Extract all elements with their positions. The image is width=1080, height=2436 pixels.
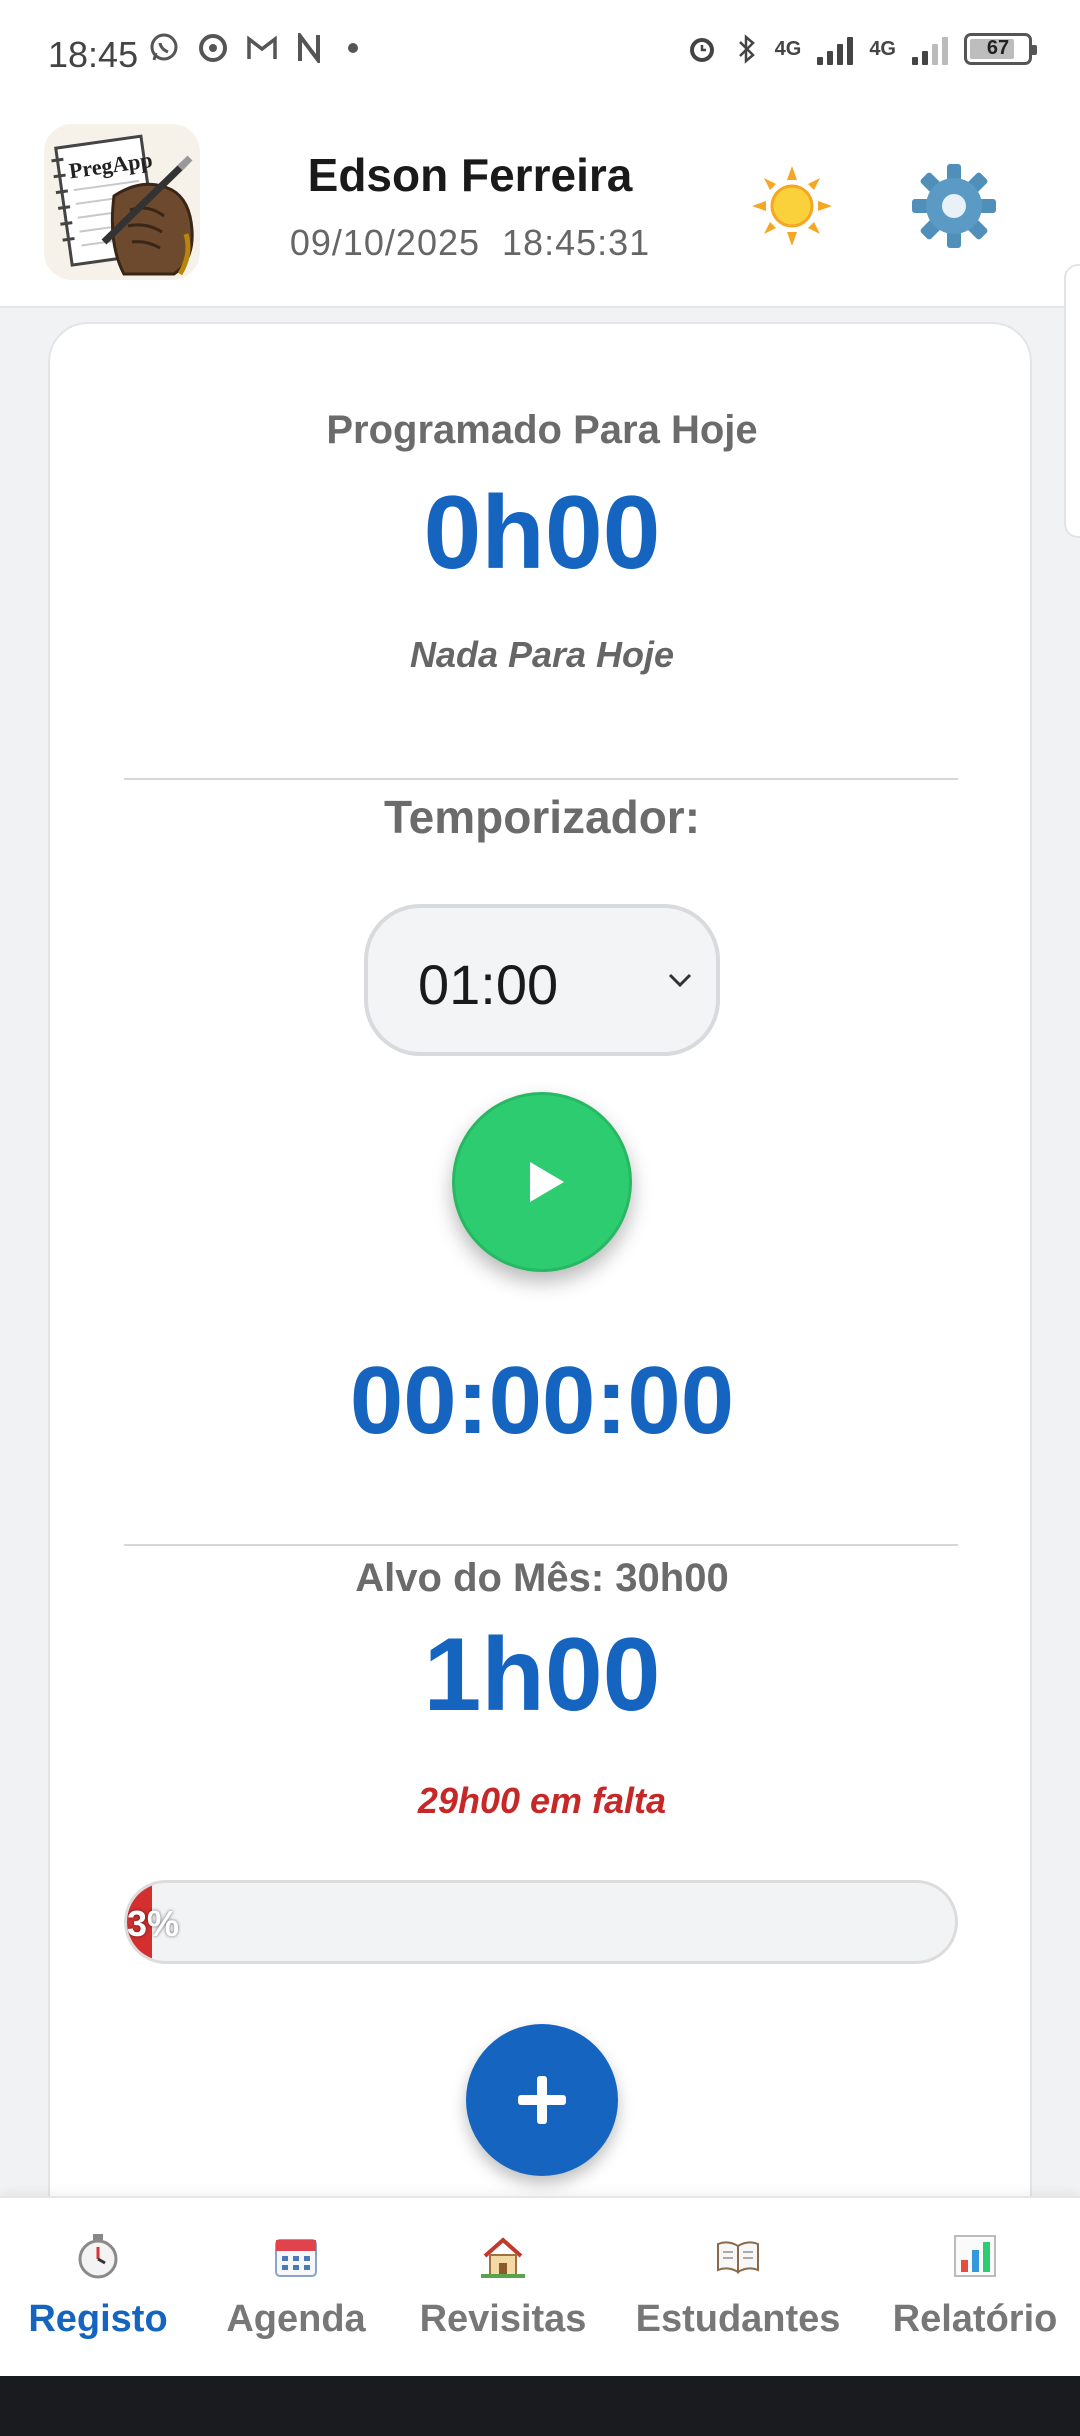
today-note: Nada Para Hoje bbox=[409, 634, 675, 675]
timer-duration-value: 01:00 bbox=[418, 953, 559, 1016]
month-progress-bar: 3% bbox=[124, 1880, 958, 1964]
start-timer-button[interactable] bbox=[452, 1092, 632, 1272]
add-record-button[interactable] bbox=[466, 2024, 618, 2176]
status-time: 18:45 bbox=[48, 34, 139, 75]
notion-icon bbox=[298, 33, 320, 63]
network-type-1: 4G bbox=[774, 38, 802, 60]
month-progress-text: 3% bbox=[127, 1903, 180, 1944]
book-icon bbox=[717, 2241, 759, 2274]
whatsapp-icon bbox=[150, 33, 178, 61]
nav-label: Estudantes bbox=[635, 2298, 841, 2340]
bluetooth-icon bbox=[738, 34, 755, 64]
nav-label: Revisitas bbox=[419, 2298, 587, 2340]
network-type-2: 4G bbox=[869, 38, 896, 60]
divider bbox=[124, 778, 958, 780]
month-target-label: Alvo do Mês: 30h00 bbox=[355, 1556, 729, 1600]
gear-icon bbox=[912, 164, 996, 248]
bottom-navigation: Registo Agenda Revisitas Estudantes Rela… bbox=[0, 2196, 1080, 2378]
settings-button[interactable] bbox=[906, 158, 1002, 254]
signal-icon-2 bbox=[912, 33, 948, 65]
timer-duration-select[interactable]: 01:00 bbox=[364, 904, 720, 1056]
nav-label: Agenda bbox=[226, 2298, 366, 2340]
divider bbox=[124, 1544, 958, 1546]
side-drawer-handle[interactable] bbox=[1064, 264, 1080, 538]
alarm-icon bbox=[689, 38, 714, 62]
sun-icon bbox=[752, 166, 832, 246]
stopwatch-icon bbox=[78, 2234, 118, 2279]
nav-item-agenda[interactable]: Agenda bbox=[220, 2198, 372, 2378]
nav-label: Relatório bbox=[892, 2298, 1058, 2340]
nav-item-revisitas[interactable]: Revisitas bbox=[420, 2198, 586, 2378]
nav-item-relatorio[interactable]: Relatório bbox=[890, 2198, 1060, 2378]
chevron-down-icon bbox=[668, 973, 692, 988]
battery-icon: 67 bbox=[964, 33, 1037, 65]
status-bar: 18:45 4G 4G 67 bbox=[0, 0, 1080, 106]
chart-icon bbox=[954, 2235, 996, 2277]
app-header: PregApp Edson Ferreira 09/10/2025 18:45:… bbox=[0, 106, 1080, 308]
gmail-icon bbox=[247, 35, 277, 59]
nav-label: Registo bbox=[28, 2298, 168, 2340]
system-icons: 4G 4G 67 bbox=[685, 32, 1037, 66]
system-navigation-bar bbox=[0, 2376, 1080, 2436]
timer-display: 00:00:00 bbox=[349, 1347, 735, 1454]
month-total-value: 1h00 bbox=[423, 1617, 661, 1733]
nav-item-registo[interactable]: Registo bbox=[22, 2198, 174, 2378]
more-dot-icon bbox=[348, 43, 358, 53]
current-time: 18:45:31 bbox=[502, 222, 651, 263]
notification-icons bbox=[148, 32, 358, 64]
theme-toggle-button[interactable] bbox=[744, 158, 840, 254]
current-date: 09/10/2025 bbox=[289, 222, 481, 263]
plus-icon bbox=[518, 2076, 566, 2124]
month-remaining: 29h00 em falta bbox=[417, 1780, 667, 1821]
house-icon bbox=[481, 2237, 525, 2278]
battery-level: 67 bbox=[986, 37, 1010, 59]
play-icon bbox=[530, 1162, 564, 1202]
nav-item-estudantes[interactable]: Estudantes bbox=[636, 2198, 840, 2378]
signal-icon-1 bbox=[817, 33, 854, 65]
timer-label: Temporizador: bbox=[383, 791, 701, 843]
today-label: Programado Para Hoje bbox=[326, 408, 758, 452]
main-card: Programado Para Hoje 0h00 Nada Para Hoje… bbox=[48, 322, 1032, 2322]
today-value: 0h00 bbox=[423, 475, 661, 591]
chrome-icon bbox=[199, 34, 227, 62]
calendar-icon bbox=[275, 2239, 317, 2277]
